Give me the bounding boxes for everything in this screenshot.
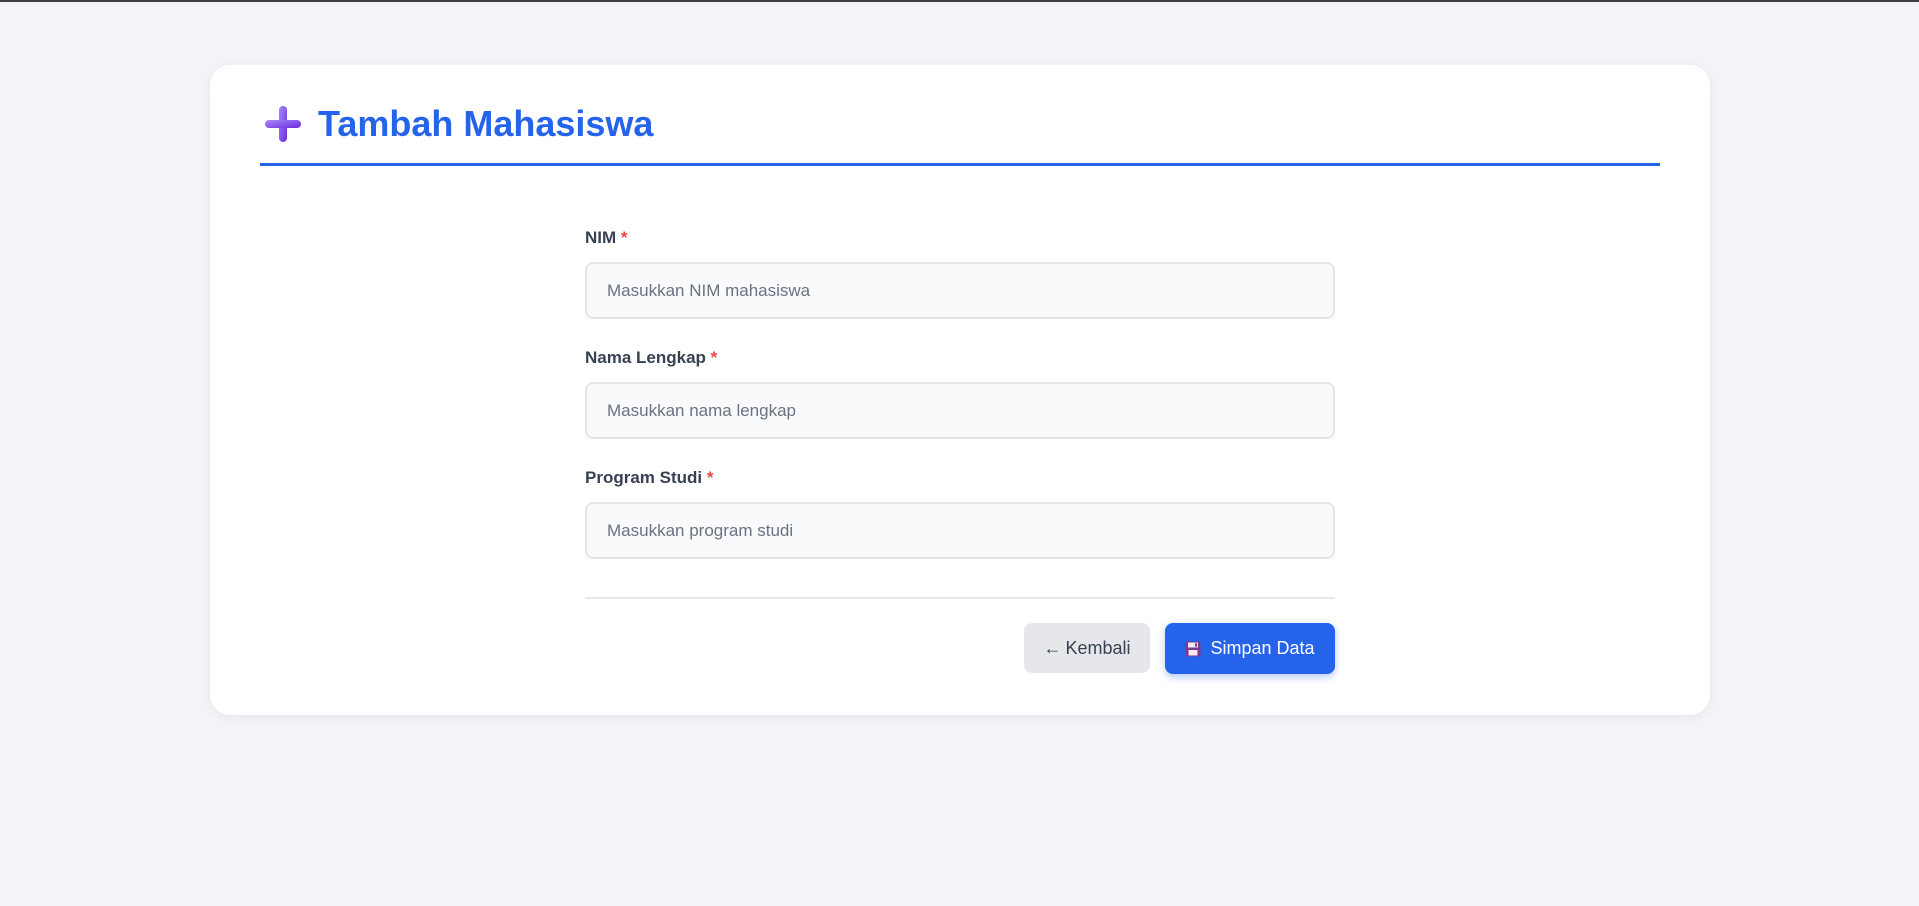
arrow-left-icon: ← [1043,637,1062,658]
nim-input[interactable] [585,262,1335,319]
back-button[interactable]: ← Kembali [1024,623,1150,673]
save-button[interactable]: Simpan Data [1165,623,1335,674]
nama-label: Nama Lengkap * [585,348,717,368]
prodi-label: Program Studi * [585,468,713,488]
required-mark: * [710,348,718,367]
prodi-input[interactable] [585,502,1335,559]
nama-label-text: Nama Lengkap [585,348,706,367]
save-button-label: Simpan Data [1210,638,1315,658]
nama-input[interactable] [585,382,1335,439]
page-header: Tambah Mahasiswa [260,105,1660,166]
plus-icon [265,106,301,142]
prodi-field-group: Program Studi * [585,465,1335,585]
floppy-disk-icon [1185,641,1201,656]
form-card: Tambah Mahasiswa NIM * Nama Lengkap * Pr… [210,65,1710,715]
window-top-border [0,0,1919,2]
student-form: NIM * Nama Lengkap * Program Studi * ← K… [585,225,1335,674]
form-divider [585,597,1335,599]
nim-label: NIM * [585,228,628,248]
prodi-label-text: Program Studi [585,468,703,487]
page-title: Tambah Mahasiswa [318,103,654,144]
nim-field-group: NIM * [585,225,1335,345]
required-mark: * [706,468,714,487]
nama-field-group: Nama Lengkap * [585,345,1335,465]
back-button-label: Kembali [1065,637,1131,658]
required-mark: * [620,228,628,247]
nim-label-text: NIM [585,228,617,247]
